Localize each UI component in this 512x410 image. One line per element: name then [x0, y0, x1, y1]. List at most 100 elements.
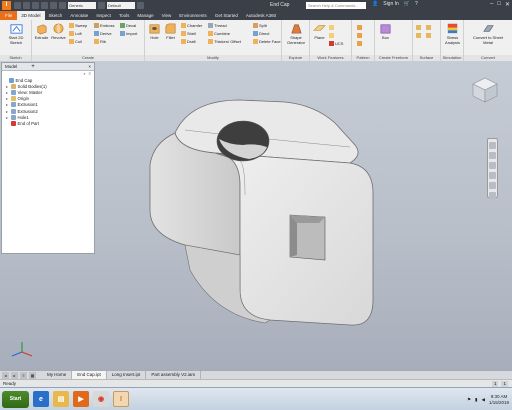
coil-button[interactable]: Coil	[69, 38, 82, 44]
loft-button[interactable]: Loft	[69, 30, 82, 36]
sign-in-link[interactable]: Sign In	[383, 1, 399, 7]
windows-explorer-icon[interactable]: ▤	[53, 391, 69, 407]
document-tab[interactable]: End Cap.ipt	[72, 371, 107, 379]
material-select[interactable]: Generic	[68, 2, 96, 9]
shape-generator-button[interactable]: Shape Generator	[284, 22, 308, 45]
inventor-taskbar-icon[interactable]: I	[113, 391, 129, 407]
tab-scroll-right-icon[interactable]: ▸	[11, 371, 18, 379]
trim-button[interactable]	[426, 32, 432, 38]
open-icon[interactable]	[23, 2, 30, 9]
home-icon[interactable]	[59, 2, 66, 9]
derive-button[interactable]: Derive	[94, 30, 112, 36]
tab-file[interactable]: File	[0, 11, 18, 20]
sculpt-button[interactable]	[416, 32, 422, 38]
stitch-button[interactable]	[426, 24, 432, 30]
tab-get-started[interactable]: Get Started	[211, 11, 242, 20]
axis-button[interactable]	[329, 24, 335, 30]
appearance-select[interactable]: Default	[107, 2, 135, 9]
tab-3d-model[interactable]: 3D Model	[17, 11, 45, 20]
document-tab[interactable]: My Home	[42, 371, 73, 379]
tab-tools[interactable]: Tools	[115, 11, 134, 20]
media-player-icon[interactable]: ▶	[73, 391, 89, 407]
sweep-icon	[69, 22, 74, 28]
mirror-button[interactable]	[357, 40, 363, 46]
pan-icon[interactable]	[489, 152, 496, 159]
tab-manage[interactable]: Manage	[133, 11, 157, 20]
chrome-icon[interactable]: ◉	[93, 391, 109, 407]
tab-annotate[interactable]: Annotate	[66, 11, 92, 20]
maximize-button[interactable]: □	[497, 1, 501, 8]
tab-inspect[interactable]: Inspect	[92, 11, 115, 20]
document-tab[interactable]: Part assembly V2.iam	[146, 371, 202, 379]
nav-customize-icon[interactable]	[489, 192, 496, 199]
redo-icon[interactable]	[50, 2, 57, 9]
tab-sketch[interactable]: Sketch	[45, 11, 67, 20]
tab-view[interactable]: View	[158, 11, 176, 20]
point-button[interactable]	[329, 32, 335, 38]
rectangular-pattern-button[interactable]	[357, 24, 363, 30]
import-button[interactable]: Import	[120, 30, 137, 36]
inventor-app-icon[interactable]: I	[2, 1, 11, 10]
rib-button[interactable]: Rib	[94, 38, 106, 44]
tab-scroll-left-icon[interactable]: ◂	[2, 371, 9, 379]
add-browser-button[interactable]: +	[31, 64, 35, 70]
patch-button[interactable]	[416, 24, 422, 30]
help-search-input[interactable]: Search Help & Commands...	[306, 2, 366, 9]
zoom-icon[interactable]	[489, 162, 496, 169]
browser-title[interactable]: Model	[5, 64, 17, 69]
document-tab[interactable]: Long Insert.ipt	[107, 371, 147, 379]
stress-analysis-button[interactable]: Stress Analysis	[442, 22, 463, 45]
box-button[interactable]: Box	[377, 22, 394, 41]
fillet-button[interactable]: Fillet	[163, 22, 178, 41]
end-cap-3d-model[interactable]	[145, 95, 385, 330]
material-swatch-icon[interactable]	[98, 2, 105, 9]
emboss-button[interactable]: Emboss	[94, 22, 114, 28]
look-at-icon[interactable]	[489, 182, 496, 189]
combine-button[interactable]: Combine	[208, 30, 230, 36]
help-button[interactable]: ?	[415, 1, 418, 7]
sweep-button[interactable]: Sweep	[69, 22, 87, 28]
browser-menu-icon[interactable]: ≡	[89, 71, 91, 77]
circular-pattern-button[interactable]	[357, 32, 363, 38]
browser-close-button[interactable]: ×	[88, 64, 91, 69]
delete-face-button[interactable]: Delete Face	[253, 38, 281, 44]
tray-flag-icon[interactable]: ⚑	[467, 397, 471, 403]
thicken-offset-button[interactable]: Thicken/ Offset	[208, 38, 241, 44]
tray-volume-icon[interactable]: ◀	[482, 397, 485, 403]
tab-environments[interactable]: Environments	[175, 11, 211, 20]
split-button[interactable]: Split	[253, 22, 267, 28]
minimize-button[interactable]: –	[490, 1, 493, 8]
direct-button[interactable]: Direct	[253, 30, 269, 36]
tab-tile-icon[interactable]: ▦	[29, 371, 36, 379]
plane-button[interactable]: Plane	[311, 22, 328, 41]
hole-button[interactable]: Hole	[146, 22, 163, 41]
undo-icon[interactable]	[41, 2, 48, 9]
clock[interactable]: 9:30 AM 1/15/2019	[489, 394, 509, 406]
tab-autodesk-a360[interactable]: Autodesk A360	[242, 11, 280, 20]
tab-list-icon[interactable]: ≡	[20, 371, 27, 379]
shell-button[interactable]: Shell	[181, 30, 196, 36]
decal-button[interactable]: Decal	[120, 22, 136, 28]
start-sketch-button[interactable]: Start 2D Sketch	[3, 22, 29, 45]
browser-node[interactable]: End of Part	[2, 120, 94, 126]
extrude-button[interactable]: Extrude	[33, 22, 50, 41]
full-navigation-wheel-icon[interactable]	[489, 142, 496, 149]
save-icon[interactable]	[32, 2, 39, 9]
tray-network-icon[interactable]: ▮	[475, 397, 477, 403]
browser-search-icon[interactable]: ⌕	[83, 71, 85, 77]
start-button[interactable]: Start	[2, 390, 29, 408]
ucs-button[interactable]: UCS	[329, 40, 343, 46]
orbit-icon[interactable]	[489, 172, 496, 179]
new-icon[interactable]	[14, 2, 21, 9]
thread-button[interactable]: Thread	[208, 22, 227, 28]
chamfer-button[interactable]: Chamfer	[181, 22, 202, 28]
viewcube-icon[interactable]	[470, 75, 500, 105]
close-button[interactable]: ✕	[505, 1, 510, 8]
ie-icon[interactable]: e	[33, 391, 49, 407]
user-icon[interactable]: 👤	[372, 1, 378, 7]
convert-sheet-metal-button[interactable]: Convert to Sheet Metal	[470, 22, 506, 45]
draft-button[interactable]: Draft	[181, 38, 196, 44]
measure-icon[interactable]	[137, 2, 144, 9]
cart-icon[interactable]: 🛒	[404, 1, 410, 7]
revolve-button[interactable]: Revolve	[50, 22, 67, 41]
